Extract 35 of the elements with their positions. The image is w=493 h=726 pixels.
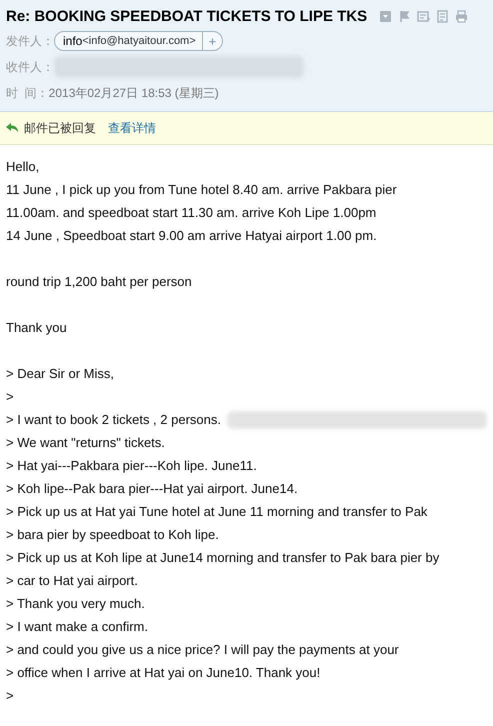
print-icon[interactable]: [455, 10, 468, 23]
message-line: Thank you: [6, 319, 68, 337]
quoted-line: > Pick up us at Hat yai Tune hotel at June 11 morning and transfer to Pak: [6, 503, 428, 521]
quoted-line: >: [6, 388, 14, 406]
quoted-line: > Hat yai---Pakbara pier---Koh lipe. June11.: [6, 457, 257, 475]
sender-chip[interactable]: info<info@hatyaitour.com> +: [54, 31, 224, 51]
note-icon[interactable]: [436, 10, 450, 23]
message-line: Hello,: [6, 158, 40, 176]
quoted-line: > Thank you very much.: [6, 595, 145, 613]
quoted-line: >: [6, 687, 14, 705]
message-line: round trip 1,200 baht per person: [6, 273, 193, 291]
quoted-line: > I want make a confirm.: [6, 618, 148, 636]
time-label: 时 间：: [6, 84, 49, 102]
quoted-line: > and could you give us a nice price? I will pay the payments at your: [6, 641, 399, 659]
reply-arrow-icon: [6, 123, 18, 133]
quoted-line: > I want to book 2 tickets , 2 persons.: [6, 411, 221, 429]
quoted-line: > Dear Sir or Miss,: [6, 365, 114, 383]
quoted-line: > office when I arrive at Hat yai on June10. Thank you!: [6, 664, 320, 682]
message-line: 14 June , Speedboat start 9.00 am arrive Hatyai airport 1.00 pm.: [6, 227, 378, 245]
add-contact-button[interactable]: +: [202, 32, 222, 50]
message-line: 11 June , I pick up you from Tune hotel 8.40 am. arrive Pakbara pier: [6, 181, 398, 199]
quoted-line: > bara pier by speedboat to Koh lipe.: [6, 526, 219, 544]
sender-label: 发件人：: [6, 32, 54, 50]
quoted-line: > Pick up us at Koh lipe at June14 morning and transfer to Pak bara pier by: [6, 549, 440, 567]
replied-notice: 邮件已被回复: [24, 120, 96, 136]
quoted-line: > We want "returns" tickets.: [6, 434, 165, 452]
quoted-line: > Koh lipe--Pak bara pier---Hat yai airport. June14.: [6, 480, 298, 498]
message-line: 11.00am. and speedboat start 11.30 am. arrive Koh Lipe 1.00pm: [6, 204, 378, 222]
view-details-link[interactable]: 查看详情: [108, 120, 156, 136]
quoted-line: > car to Hat yai airport.: [6, 572, 138, 590]
dropdown-icon[interactable]: [379, 10, 392, 23]
recipient-label: 收件人：: [6, 58, 54, 76]
flag-icon[interactable]: [398, 10, 412, 23]
sent-time: 2013年02月27日 18:53 (星期三): [48, 84, 219, 102]
email-subject: Re: BOOKING SPEEDBOAT TICKETS TO LIPE TKS: [6, 8, 368, 25]
